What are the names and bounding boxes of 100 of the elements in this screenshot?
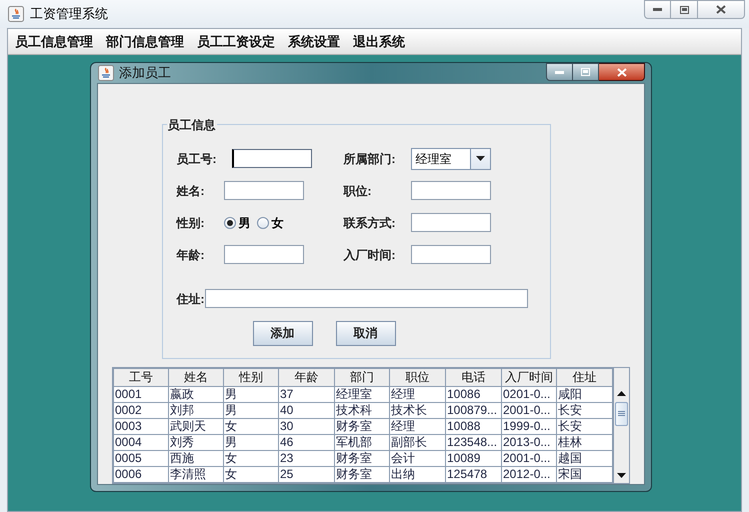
table-cell: 武则天 <box>168 418 224 434</box>
table-cell: 经理 <box>390 418 446 434</box>
table-cell: 10086 <box>446 386 502 402</box>
close-button[interactable] <box>599 63 645 81</box>
table-cell: 女 <box>224 418 278 434</box>
table-cell: 经理 <box>390 386 446 402</box>
table-cell: 25 <box>278 466 334 482</box>
table-cell: 副部长 <box>390 434 446 450</box>
table-cell: 2013-0... <box>502 434 556 450</box>
minimize-button[interactable] <box>644 0 671 19</box>
table-cell: 2001-0... <box>502 450 556 466</box>
field-label: 联系方式: <box>344 216 396 230</box>
input-field[interactable] <box>232 149 312 168</box>
window-title: 工资管理系统 <box>30 5 108 24</box>
table-cell: 军机部 <box>334 434 390 450</box>
table-cell: 0003 <box>114 418 168 434</box>
table-cell: 10088 <box>446 418 502 434</box>
menu-item[interactable]: 员工信息管理 <box>15 32 93 52</box>
table-cell: 女 <box>224 450 278 466</box>
app-logo-icon <box>8 6 24 22</box>
field-label: 入厂时间: <box>344 248 396 262</box>
column-header[interactable]: 入厂时间 <box>502 368 556 386</box>
table-cell: 100879... <box>446 402 502 418</box>
table-cell: 125478 <box>446 466 502 482</box>
table-cell: 刘邦 <box>168 402 224 418</box>
group-title: 员工信息 <box>166 116 216 134</box>
table-cell: 女 <box>224 466 278 482</box>
table-cell: 李清照 <box>168 466 224 482</box>
scroll-down-arrow-icon <box>617 473 626 478</box>
column-header[interactable]: 部门 <box>334 368 390 386</box>
table-cell: 0201-0... <box>502 386 556 402</box>
table-cell: 嬴政 <box>168 386 224 402</box>
field-label: 职位: <box>344 184 372 198</box>
table-cell: 刘秀 <box>168 434 224 450</box>
table-cell: 0005 <box>114 450 168 466</box>
table-cell: 30 <box>278 418 334 434</box>
input-field[interactable] <box>410 181 490 200</box>
close-icon <box>616 68 626 76</box>
minimize-icon <box>555 70 564 74</box>
column-header[interactable]: 年龄 <box>278 368 334 386</box>
table-cell: 财务室 <box>334 450 390 466</box>
menu-item[interactable]: 退出系统 <box>353 32 405 52</box>
department-dropdown[interactable]: 经理室 <box>410 148 490 170</box>
field-label: 姓名: <box>176 184 204 198</box>
table-cell: 2012-0... <box>502 466 556 482</box>
table-cell: 46 <box>278 434 334 450</box>
table-cell: 男 <box>224 386 278 402</box>
input-field[interactable] <box>410 213 490 232</box>
caret-icon <box>476 156 484 161</box>
menu-item[interactable]: 部门信息管理 <box>106 32 184 52</box>
maximize-button[interactable] <box>671 0 698 19</box>
table-cell: 0004 <box>114 434 168 450</box>
table-cell: 0002 <box>114 402 168 418</box>
field-label: 年龄: <box>176 248 204 262</box>
minimize-button[interactable] <box>546 63 573 81</box>
dialog-title: 添加员工 <box>119 64 171 82</box>
table-cell: 会计 <box>390 450 446 466</box>
table-cell: 40 <box>278 402 334 418</box>
table-cell: 1999-0... <box>502 418 556 434</box>
field-label: 所属部门: <box>344 152 396 166</box>
column-header[interactable]: 职位 <box>390 368 446 386</box>
app-logo-icon <box>98 64 114 81</box>
table-cell: 出纳 <box>390 466 446 482</box>
minimize-icon <box>653 8 662 11</box>
table-cell: 23 <box>278 450 334 466</box>
table-cell: 男 <box>224 402 278 418</box>
dialog-button[interactable]: 取消 <box>336 320 396 346</box>
table-cell: 0001 <box>114 386 168 402</box>
column-header[interactable]: 性别 <box>224 368 278 386</box>
field-label: 员工号: <box>176 152 216 166</box>
scroll-up-arrow-icon <box>617 391 626 396</box>
close-button[interactable] <box>698 0 745 19</box>
maximize-button[interactable] <box>573 63 599 81</box>
table-cell: 123548... <box>446 434 502 450</box>
maximize-icon <box>581 68 590 76</box>
column-header[interactable]: 电话 <box>446 368 502 386</box>
column-header[interactable]: 住址 <box>556 368 612 386</box>
input-field[interactable] <box>224 181 304 200</box>
table-cell: 0006 <box>114 466 168 482</box>
maximize-icon <box>680 6 688 14</box>
column-header[interactable]: 姓名 <box>168 368 224 386</box>
menu-item[interactable]: 员工工资设定 <box>197 32 275 52</box>
input-field[interactable] <box>224 245 304 264</box>
table-cell: 财务室 <box>334 418 390 434</box>
gender-radio[interactable]: 女 <box>256 214 284 232</box>
menu-item[interactable]: 系统设置 <box>288 32 340 52</box>
input-field[interactable] <box>204 289 528 308</box>
dialog-button[interactable]: 添加 <box>252 320 312 346</box>
grip-lines-icon <box>618 411 625 416</box>
field-label: 住址: <box>176 292 204 306</box>
table-cell: 2001-0... <box>502 402 556 418</box>
vertical-scrollbar[interactable] <box>613 368 629 482</box>
input-field[interactable] <box>410 245 490 264</box>
table-cell: 男 <box>224 434 278 450</box>
scrollbar-thumb[interactable] <box>615 402 628 426</box>
gender-radio[interactable]: 男 <box>224 214 250 232</box>
table-cell: 财务室 <box>334 466 390 482</box>
column-header[interactable]: 工号 <box>114 368 168 386</box>
table-cell: 37 <box>278 386 334 402</box>
table-cell: 经理室 <box>334 386 390 402</box>
